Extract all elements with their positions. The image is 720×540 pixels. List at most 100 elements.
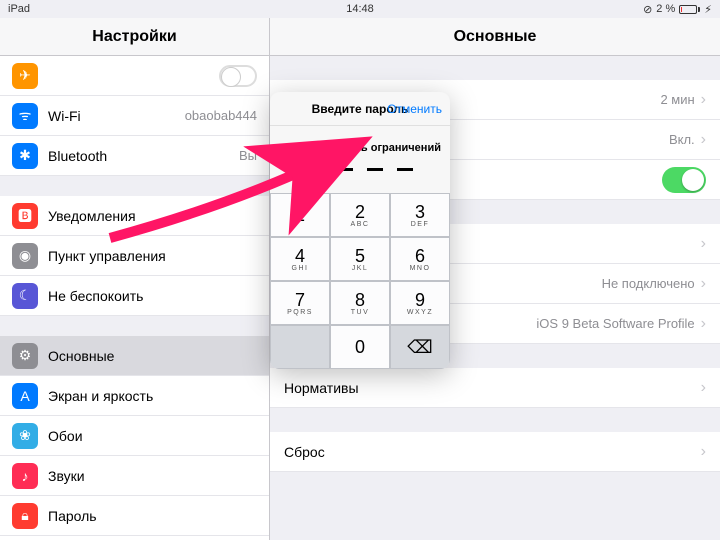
- keypad-key-4[interactable]: 4GHI: [270, 237, 330, 281]
- sidebar-item-label: Пункт управления: [48, 248, 257, 264]
- sidebar-title: Настройки: [0, 18, 269, 56]
- sidebar-item[interactable]: A Экран и яркость: [0, 376, 269, 416]
- keypad-key-3[interactable]: 3DEF: [390, 193, 450, 237]
- settings-row[interactable]: Нормативы›: [270, 368, 720, 408]
- battery-icon: [679, 5, 700, 14]
- key-number: 1: [295, 206, 305, 224]
- sidebar-item[interactable]: ♪ Звуки: [0, 456, 269, 496]
- airplane-icon: ✈︎: [12, 63, 38, 89]
- row-icon: A: [12, 383, 38, 409]
- key-number: 0: [355, 338, 365, 356]
- chevron-right-icon: ›: [701, 91, 706, 109]
- row-value: iOS 9 Beta Software Profile: [536, 316, 694, 331]
- row-switch[interactable]: [662, 167, 706, 193]
- keypad-backspace[interactable]: ⌫: [390, 325, 450, 369]
- row-icon: ❀: [12, 423, 38, 449]
- chevron-right-icon: ›: [701, 379, 706, 397]
- key-number: 3: [415, 203, 425, 221]
- key-number: 2: [355, 203, 365, 221]
- sidebar-item[interactable]: ▮ Аккумулятор: [0, 536, 269, 540]
- main-title: Основные: [270, 18, 720, 56]
- keypad-key-1[interactable]: 1: [270, 193, 330, 237]
- key-letters: TUV: [351, 309, 370, 316]
- row-icon: ♪: [12, 463, 38, 489]
- row-icon: ☾: [12, 283, 38, 309]
- chevron-right-icon: ›: [701, 443, 706, 461]
- key-letters: JKL: [352, 265, 369, 272]
- row-icon: ✱: [12, 143, 38, 169]
- clock: 14:48: [346, 3, 374, 15]
- row-label: Нормативы: [284, 380, 701, 396]
- sidebar: Настройки ✈︎ ᯤ Wi-Fi obaobab444✱ Bluetoo…: [0, 18, 270, 540]
- row-icon: 🔒︎: [12, 503, 38, 529]
- key-number: 6: [415, 247, 425, 265]
- row-value: Не подключено: [602, 276, 695, 291]
- status-bar: iPad 14:48 ⊘ 2 % ⚡︎: [0, 0, 720, 18]
- row-value: 2 мин: [660, 92, 694, 107]
- sidebar-item-label: Пароль: [48, 508, 257, 524]
- sidebar-item[interactable]: ✱ Bluetooth Вы: [0, 136, 269, 176]
- sidebar-item-label: Не беспокоить: [48, 288, 257, 304]
- chevron-right-icon: ›: [701, 315, 706, 333]
- sidebar-item-label: Уведомления: [48, 208, 257, 224]
- key-number: 7: [295, 291, 305, 309]
- key-number: 4: [295, 247, 305, 265]
- cancel-button[interactable]: Отменить: [387, 102, 442, 116]
- sidebar-item[interactable]: ⚙︎ Основные: [0, 336, 269, 376]
- keypad-key-0[interactable]: 0: [330, 325, 390, 369]
- row-label: Сброс: [284, 444, 701, 460]
- row-icon: ᯤ: [12, 103, 38, 129]
- pin-entry: [270, 164, 450, 193]
- row-value: Вкл.: [669, 132, 695, 147]
- battery-pct: 2 %: [656, 3, 675, 15]
- pin-slot: [397, 168, 413, 171]
- do-not-disturb-icon: ⊘: [643, 3, 652, 16]
- key-number: 8: [355, 291, 365, 309]
- key-letters: ABC: [351, 221, 370, 228]
- key-letters: GHI: [292, 265, 309, 272]
- chevron-right-icon: ›: [701, 235, 706, 253]
- chevron-right-icon: ›: [701, 131, 706, 149]
- device-label: iPad: [8, 3, 30, 15]
- key-number: 5: [355, 247, 365, 265]
- sidebar-item-value: obaobab444: [185, 108, 257, 123]
- settings-row[interactable]: Сброс›: [270, 432, 720, 472]
- key-letters: PQRS: [287, 309, 313, 316]
- backspace-icon: ⌫: [407, 338, 432, 356]
- keypad-key-2[interactable]: 2ABC: [330, 193, 390, 237]
- key-letters: WXYZ: [407, 309, 433, 316]
- sidebar-item[interactable]: ◉ Пункт управления: [0, 236, 269, 276]
- keypad-key-5[interactable]: 5JKL: [330, 237, 390, 281]
- pin-slot: [367, 168, 383, 171]
- sidebar-item[interactable]: 🅱︎ Уведомления: [0, 196, 269, 236]
- pin-slot: [307, 168, 323, 171]
- sidebar-item-label: Wi-Fi: [48, 108, 175, 124]
- row-icon: ⚙︎: [12, 343, 38, 369]
- sidebar-item-label: Обои: [48, 428, 257, 444]
- sidebar-item-label: Экран и яркость: [48, 388, 257, 404]
- sidebar-item[interactable]: ᯤ Wi-Fi obaobab444: [0, 96, 269, 136]
- keypad: 12ABC3DEF4GHI5JKL6MNO7PQRS8TUV9WXYZ0⌫: [270, 193, 450, 369]
- keypad-key-8[interactable]: 8TUV: [330, 281, 390, 325]
- keypad-blank: [270, 325, 330, 369]
- keypad-key-9[interactable]: 9WXYZ: [390, 281, 450, 325]
- passcode-modal: Введите пароль Отменить Введите пароль о…: [270, 92, 450, 369]
- sidebar-item[interactable]: 🔒︎ Пароль: [0, 496, 269, 536]
- keypad-key-7[interactable]: 7PQRS: [270, 281, 330, 325]
- sidebar-item[interactable]: ☾ Не беспокоить: [0, 276, 269, 316]
- sidebar-item-label: Основные: [48, 348, 257, 364]
- sidebar-item-airplane[interactable]: ✈︎: [0, 56, 269, 96]
- airplane-toggle[interactable]: [219, 65, 257, 87]
- sidebar-item[interactable]: ❀ Обои: [0, 416, 269, 456]
- modal-subtitle: Введите пароль ограничений: [270, 126, 450, 164]
- chevron-right-icon: ›: [701, 275, 706, 293]
- key-letters: DEF: [411, 221, 430, 228]
- row-icon: ◉: [12, 243, 38, 269]
- sidebar-item-label: Звуки: [48, 468, 257, 484]
- row-icon: 🅱︎: [12, 203, 38, 229]
- keypad-key-6[interactable]: 6MNO: [390, 237, 450, 281]
- sidebar-item-label: Bluetooth: [48, 148, 229, 164]
- charging-icon: ⚡︎: [704, 3, 712, 16]
- key-letters: MNO: [410, 265, 431, 272]
- key-number: 9: [415, 291, 425, 309]
